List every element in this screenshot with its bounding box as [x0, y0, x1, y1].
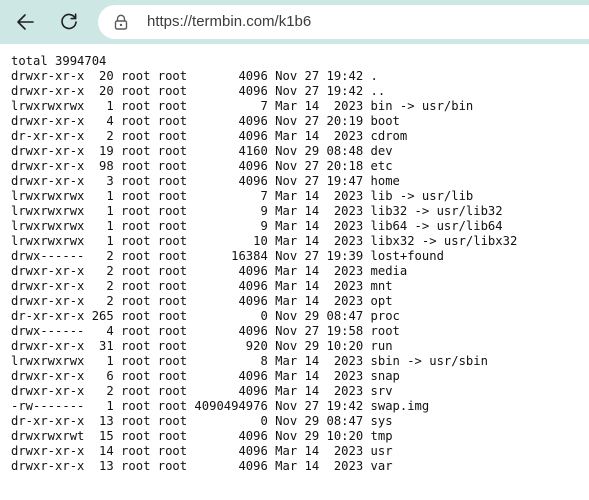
listing-line: lrwxrwxrwx 1 root root 9 Mar 14 2023 lib… — [11, 219, 503, 233]
listing-line: lrwxrwxrwx 1 root root 8 Mar 14 2023 sbi… — [11, 354, 488, 368]
listing-line: drwxr-xr-x 20 root root 4096 Nov 27 19:4… — [11, 84, 386, 98]
listing-line: dr-xr-xr-x 265 root root 0 Nov 29 08:47 … — [11, 309, 400, 323]
listing-line: lrwxrwxrwx 1 root root 7 Mar 14 2023 bin… — [11, 99, 474, 113]
listing-line: drwxr-xr-x 2 root root 4096 Mar 14 2023 … — [11, 279, 393, 293]
back-button[interactable] — [8, 5, 42, 39]
listing-total: total 3994704 — [11, 54, 107, 68]
listing-line: drwxr-xr-x 2 root root 4096 Mar 14 2023 … — [11, 384, 393, 398]
listing-line: drwxr-xr-x 19 root root 4160 Nov 29 08:4… — [11, 144, 393, 158]
listing-line: drwx------ 2 root root 16384 Nov 27 19:3… — [11, 249, 444, 263]
listing-line: drwxr-xr-x 3 root root 4096 Nov 27 19:47… — [11, 174, 400, 188]
browser-toolbar: https://termbin.com/k1b6 — [0, 0, 589, 44]
listing-line: lrwxrwxrwx 1 root root 10 Mar 14 2023 li… — [11, 234, 518, 248]
listing-line: -rw------- 1 root root 4090494976 Nov 27… — [11, 399, 430, 413]
listing-line: drwxr-xr-x 98 root root 4096 Nov 27 20:1… — [11, 159, 393, 173]
lock-icon[interactable] — [114, 14, 128, 30]
listing-line: drwxr-xr-x 6 root root 4096 Mar 14 2023 … — [11, 369, 400, 383]
page-content: total 3994704 drwxr-xr-x 20 root root 409… — [0, 44, 589, 500]
listing-line: dr-xr-xr-x 13 root root 0 Nov 29 08:47 s… — [11, 414, 393, 428]
listing-line: lrwxrwxrwx 1 root root 7 Mar 14 2023 lib… — [11, 189, 474, 203]
listing-line: drwxr-xr-x 2 root root 4096 Mar 14 2023 … — [11, 294, 393, 308]
arrow-left-icon — [17, 14, 34, 30]
listing-line: dr-xr-xr-x 2 root root 4096 Mar 14 2023 … — [11, 129, 408, 143]
listing-lines: drwxr-xr-x 20 root root 4096 Nov 27 19:4… — [11, 69, 517, 474]
listing-line: drwxr-xr-x 31 root root 920 Nov 29 10:20… — [11, 339, 393, 353]
url-text[interactable]: https://termbin.com/k1b6 — [147, 5, 311, 39]
refresh-icon — [61, 13, 77, 30]
directory-listing: total 3994704 drwxr-xr-x 20 root root 409… — [11, 54, 517, 474]
listing-line: drwxr-xr-x 14 root root 4096 Mar 14 2023… — [11, 444, 393, 458]
listing-line: drwxr-xr-x 20 root root 4096 Nov 27 19:4… — [11, 69, 378, 83]
refresh-button[interactable] — [52, 5, 86, 39]
address-bar[interactable]: https://termbin.com/k1b6 — [98, 5, 589, 39]
listing-line: drwxrwxrwt 15 root root 4096 Nov 29 10:2… — [11, 429, 393, 443]
listing-line: drwxr-xr-x 13 root root 4096 Mar 14 2023… — [11, 459, 393, 473]
listing-line: drwxr-xr-x 4 root root 4096 Nov 27 20:19… — [11, 114, 400, 128]
listing-line: drwxr-xr-x 2 root root 4096 Mar 14 2023 … — [11, 264, 408, 278]
listing-line: drwx------ 4 root root 4096 Nov 27 19:58… — [11, 324, 400, 338]
listing-line: lrwxrwxrwx 1 root root 9 Mar 14 2023 lib… — [11, 204, 503, 218]
